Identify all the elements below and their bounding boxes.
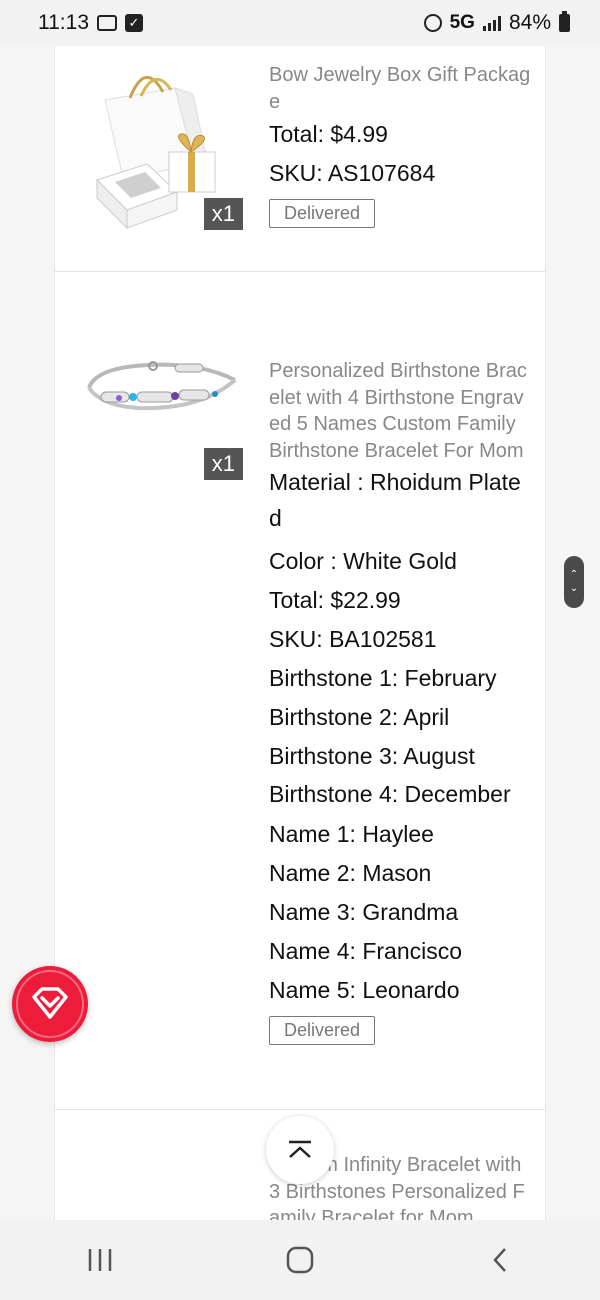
order-item: x1 Personalized Birthstone Bracelet with…	[55, 272, 545, 1110]
total-row: Total: $22.99	[269, 581, 531, 620]
order-detail-page[interactable]: x1 Bow Jewelry Box Gift Package Total: $…	[0, 46, 600, 1220]
product-thumbnail[interactable]: x1	[75, 60, 243, 230]
network-type: 5G	[449, 12, 475, 33]
order-item: x1 Bow Jewelry Box Gift Package Total: $…	[55, 46, 545, 272]
home-button[interactable]	[260, 1230, 340, 1290]
home-icon	[286, 1246, 314, 1274]
birthstone-4-row: Birthstone 4: December	[269, 781, 511, 807]
sku-row: SKU: AS107684	[269, 154, 531, 193]
item-info: Personalized Birthstone Bracelet with 4 …	[269, 358, 531, 1045]
scroll-handle-icon[interactable]: ⌃ ⌄	[564, 556, 584, 608]
product-title[interactable]: Personalized Birthstone Bracelet with 4 …	[269, 358, 531, 464]
name-1-row: Name 1: Haylee	[269, 821, 434, 847]
sku-value: BA102581	[329, 626, 437, 652]
alarm-icon	[423, 14, 442, 32]
recent-apps-icon	[88, 1249, 112, 1271]
total-row: Total: $4.99	[269, 115, 531, 154]
status-bar: 11:13 ✓ 5G 84%	[0, 0, 600, 46]
diamond-icon	[32, 987, 68, 1019]
total-label: Total:	[269, 121, 324, 147]
birthstone-1-row: Birthstone 1: February	[269, 665, 497, 691]
recent-apps-button[interactable]	[60, 1230, 140, 1290]
product-thumbnail[interactable]: x1	[75, 310, 243, 480]
sku-label: SKU:	[269, 160, 323, 186]
system-nav-bar	[0, 1220, 600, 1300]
item-info: Bow Jewelry Box Gift Package Total: $4.9…	[269, 62, 531, 228]
back-button[interactable]	[460, 1230, 540, 1290]
product-thumbnail[interactable]	[75, 1150, 243, 1220]
status-left: 11:13 ✓	[38, 11, 143, 35]
battery-level: 84%	[508, 11, 551, 34]
signal-icon	[482, 15, 501, 31]
name-2-row: Name 2: Mason	[269, 860, 432, 886]
material-row: Material : Rhoidum Plated	[269, 469, 521, 531]
sku-row: SKU: BA102581	[269, 620, 531, 659]
chevron-up-icon: ⌃	[569, 569, 579, 580]
back-to-top-button[interactable]	[266, 1116, 334, 1184]
total-value: $22.99	[330, 587, 401, 613]
sku-label: SKU:	[269, 626, 323, 652]
back-to-top-icon	[289, 1140, 311, 1158]
birthstone-2-row: Birthstone 2: April	[269, 704, 450, 730]
quantity-badge: x1	[203, 448, 243, 480]
sku-value: AS107684	[327, 160, 436, 186]
infinity-bracelet-image	[75, 1150, 243, 1220]
product-title[interactable]: Bow Jewelry Box Gift Package	[269, 62, 531, 115]
diamond-fab-button[interactable]	[12, 966, 88, 1042]
check-notification-icon: ✓	[125, 14, 143, 32]
chevron-down-icon: ⌄	[569, 583, 579, 594]
voicemail-icon	[97, 15, 117, 31]
name-3-row: Name 3: Grandma	[269, 899, 459, 925]
status-right: 5G 84%	[423, 11, 570, 35]
battery-icon	[559, 11, 570, 32]
name-5-row: Name 5: Leonardo	[269, 977, 460, 1003]
name-4-row: Name 4: Francisco	[269, 938, 463, 964]
back-icon	[493, 1248, 506, 1272]
clock: 11:13	[38, 11, 89, 34]
status-badge: Delivered	[269, 199, 376, 228]
color-row: Color : White Gold	[269, 548, 457, 574]
status-badge: Delivered	[269, 1016, 376, 1045]
birthstone-3-row: Birthstone 3: August	[269, 743, 475, 769]
order-items-list: x1 Bow Jewelry Box Gift Package Total: $…	[54, 46, 546, 1220]
quantity-badge: x1	[203, 198, 243, 230]
total-value: $4.99	[330, 121, 388, 147]
total-label: Total:	[269, 587, 324, 613]
